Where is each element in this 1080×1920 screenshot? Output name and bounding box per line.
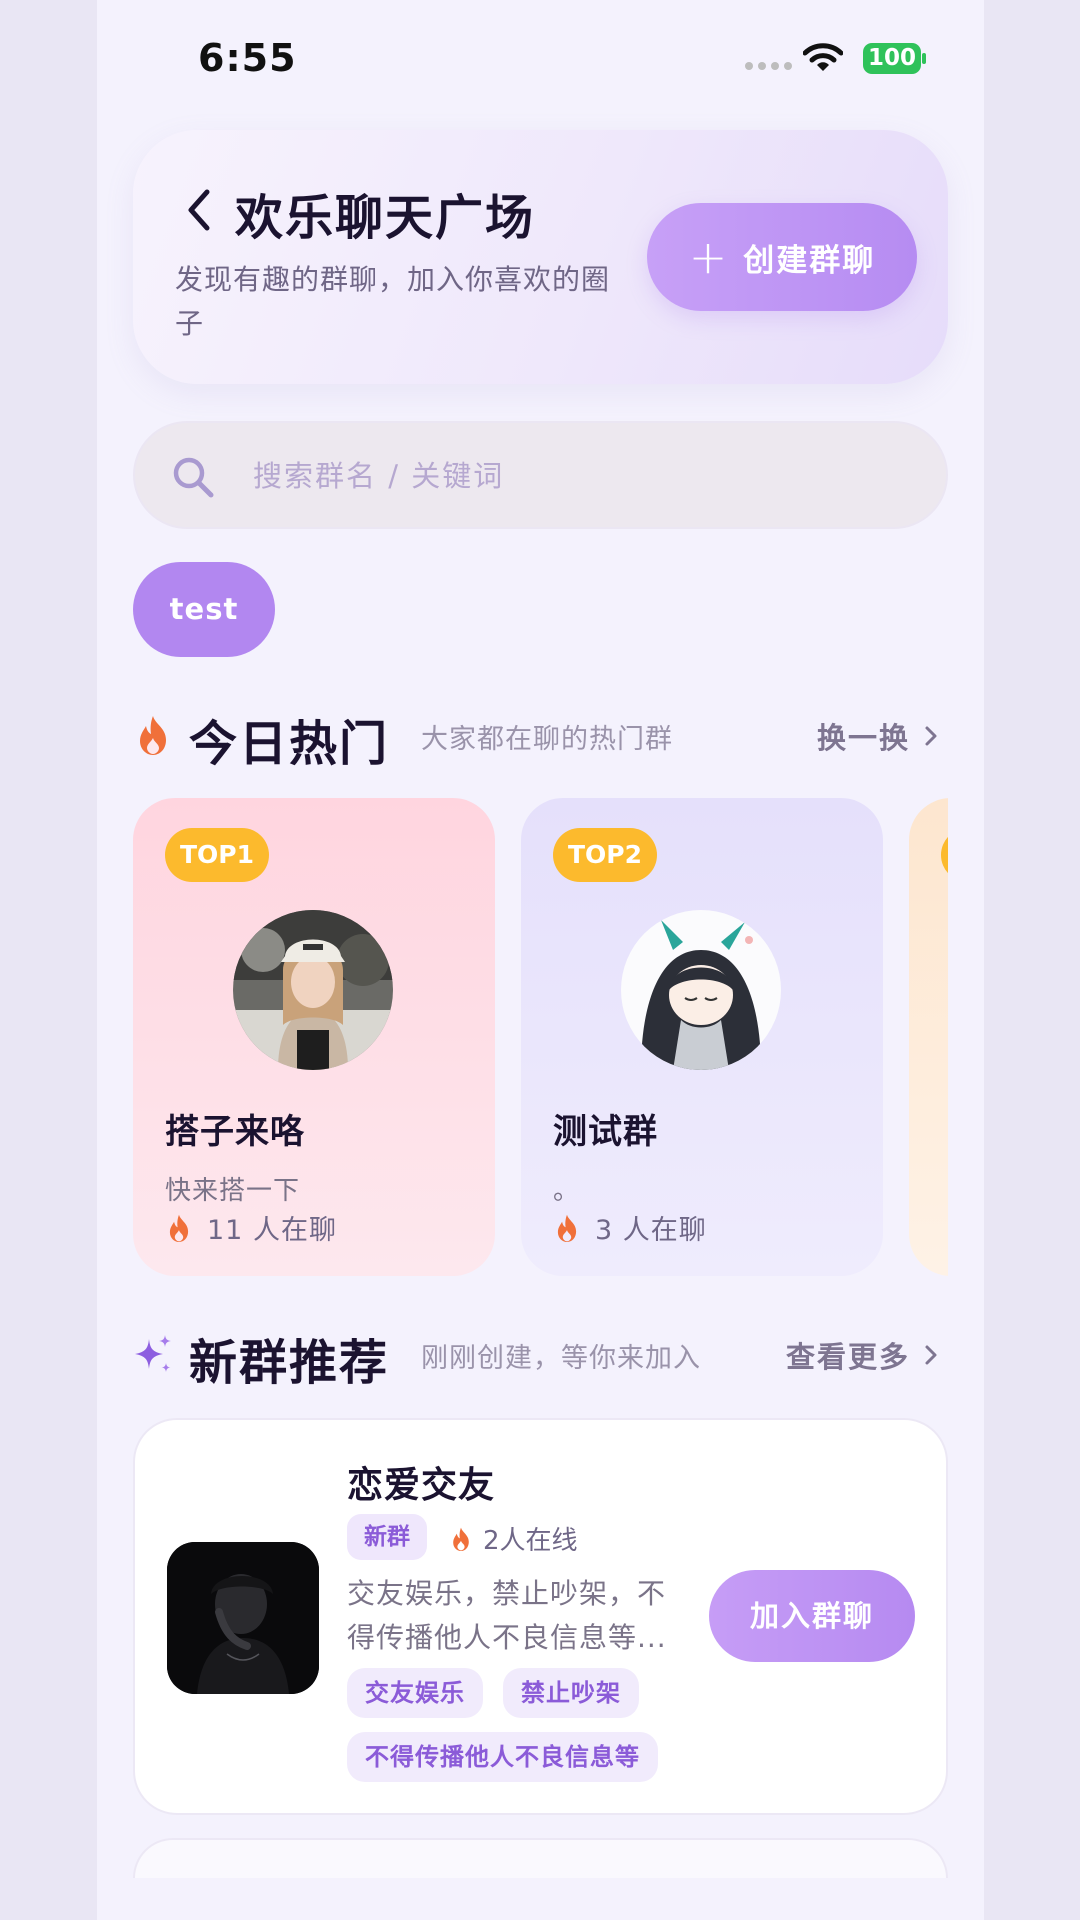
header-card: 欢乐聊天广场 发现有趣的群聊，加入你喜欢的圈子 + 创建群聊 xyxy=(133,130,948,384)
hot-card-desc: 。 xyxy=(553,1176,581,1206)
create-group-label: 创建群聊 xyxy=(743,242,876,279)
new-section-header: 新群推荐 刚刚创建，等你来加入 查看更多 xyxy=(133,1319,948,1391)
refresh-button[interactable]: 换一换 xyxy=(817,715,938,757)
see-more-label: 查看更多 xyxy=(785,1340,910,1374)
refresh-label: 换一换 xyxy=(816,721,910,755)
new-group-card[interactable]: 恋爱交友 新群 2人在线 交友娱乐，禁止吵架，不 得传播他人不良信息等... 加… xyxy=(133,1418,948,1815)
hot-card-name: 搭子来咯 xyxy=(165,1112,305,1152)
hot-card-count-label: 11 人在聊 xyxy=(207,1215,337,1246)
hot-card-count-label: 3 人在聊 xyxy=(595,1215,707,1246)
hot-card[interactable]: TOP1 搭子来咯 快来搭一下 11 人在聊 xyxy=(133,798,495,1276)
group-tag: 不得传播他人不良信息等 xyxy=(347,1732,658,1782)
group-name: 恋爱交友 xyxy=(347,1465,496,1506)
next-group-card[interactable] xyxy=(133,1838,948,1878)
online-count: 2人在线 xyxy=(449,1520,578,1557)
hot-card[interactable]: TOP2 测试群 。 3 人在聊 xyxy=(521,798,883,1276)
hot-section-header: 今日热门 大家都在聊的热门群 换一换 xyxy=(133,700,948,772)
search-input[interactable] xyxy=(253,451,893,501)
hot-section-subtitle: 大家都在聊的热门群 xyxy=(421,724,673,755)
flame-icon xyxy=(169,1214,189,1242)
chevron-right-icon xyxy=(925,726,937,746)
sparkle-icon xyxy=(135,1335,171,1372)
search-bar[interactable] xyxy=(133,421,948,529)
status-time: 6:55 xyxy=(198,36,297,80)
see-more-button[interactable]: 查看更多 xyxy=(786,1334,938,1376)
hot-section-title: 今日热门 xyxy=(189,716,390,772)
hot-cards-carousel[interactable]: TOP1 搭子来咯 快来搭一下 11 人在聊 TOP2 测试群 。 3 人在聊 xyxy=(133,798,948,1276)
flame-icon xyxy=(453,1527,469,1551)
create-group-button[interactable]: + 创建群聊 xyxy=(647,203,917,311)
flame-icon xyxy=(557,1214,577,1242)
group-description-line: 交友娱乐，禁止吵架，不 xyxy=(347,1577,667,1610)
hot-card-count: 11 人在聊 xyxy=(165,1208,337,1247)
hot-card-desc: 快来搭一下 xyxy=(165,1176,301,1206)
page-title: 欢乐聊天广场 xyxy=(235,190,536,246)
battery-icon: 100 xyxy=(863,43,921,74)
wifi-icon xyxy=(803,43,843,71)
group-description: 交友娱乐，禁止吵架，不 得传播他人不良信息等... xyxy=(347,1572,693,1660)
new-section-subtitle: 刚刚创建，等你来加入 xyxy=(421,1343,701,1374)
online-count-label: 2人在线 xyxy=(483,1526,578,1556)
group-avatar-image xyxy=(233,910,393,1070)
group-avatar-image xyxy=(167,1542,319,1694)
plus-icon: + xyxy=(688,230,728,284)
join-group-button[interactable]: 加入群聊 xyxy=(709,1570,915,1662)
rank-badge xyxy=(941,828,948,882)
new-section-title: 新群推荐 xyxy=(189,1335,390,1391)
group-tags: 交友娱乐 禁止吵架 不得传播他人不良信息等 xyxy=(347,1668,767,1782)
page-subtitle: 发现有趣的群聊，加入你喜欢的圈子 xyxy=(175,263,611,340)
hot-card[interactable] xyxy=(909,798,948,1276)
flame-icon xyxy=(140,716,166,755)
group-tag: 禁止吵架 xyxy=(503,1668,639,1718)
cellular-signal-icon xyxy=(745,62,792,70)
group-description-line: 得传播他人不良信息等... xyxy=(347,1621,667,1654)
hot-card-name: 测试群 xyxy=(553,1112,658,1152)
app-screen: 6:55 100 欢乐聊天广场 发现有趣的群聊，加入你喜欢的圈子 + 创建群聊 … xyxy=(97,0,984,1920)
group-tag: 交友娱乐 xyxy=(347,1668,483,1718)
search-icon xyxy=(173,457,214,498)
chevron-left-icon[interactable] xyxy=(183,186,215,234)
status-bar: 6:55 100 xyxy=(97,0,984,110)
group-avatar-image xyxy=(621,910,781,1070)
new-group-badge: 新群 xyxy=(347,1514,427,1560)
chevron-right-icon xyxy=(925,1345,937,1365)
rank-badge: TOP1 xyxy=(165,828,269,882)
rank-badge: TOP2 xyxy=(553,828,657,882)
hot-card-count: 3 人在聊 xyxy=(553,1208,707,1247)
filter-chip-test[interactable]: test xyxy=(133,562,275,657)
battery-tip xyxy=(922,53,926,64)
